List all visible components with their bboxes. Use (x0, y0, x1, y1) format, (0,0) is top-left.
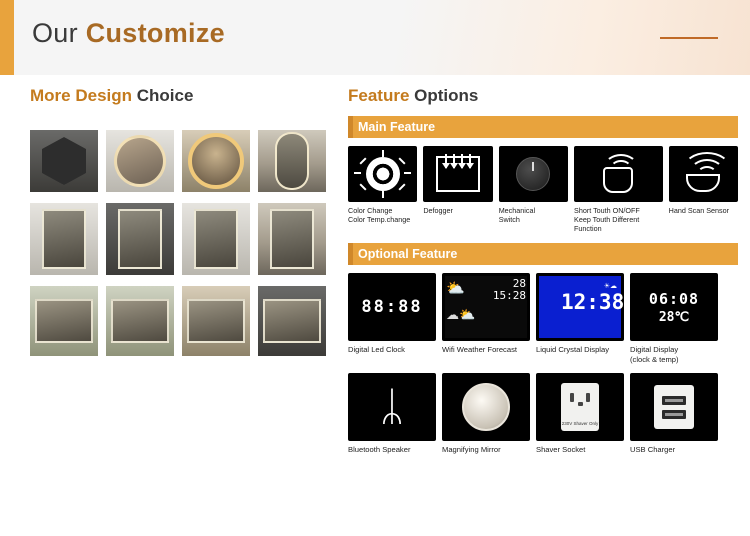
rectangle-vertical-mirror-4[interactable] (258, 203, 326, 275)
digital-led-clock-icon: 88:88 (348, 273, 436, 341)
design-choice-section: More Design Choice (14, 86, 334, 532)
option-liquid-crystal-caption: Liquid Crystal Display (536, 345, 610, 354)
wifi-weather-forecast-icon: ⛅ ☁⛅ 28 15:28 (442, 273, 530, 341)
option-usb-charger[interactable]: USB Charger (630, 373, 718, 455)
rectangle-vertical-mirror-2[interactable] (106, 203, 174, 275)
digital-display-temp: 28℃ (658, 309, 690, 325)
option-magnifying-mirror[interactable]: Magnifying Mirror (442, 373, 530, 455)
rectangle-vertical-mirror-3[interactable] (182, 203, 250, 275)
option-shaver-socket-caption: Shaver Socket (536, 445, 586, 454)
feature-options-title-plain: Options (409, 86, 479, 105)
shaver-socket-icon: 230V Shaver Only (536, 373, 624, 441)
optional-feature-tiles-row-1: 88:88 Digital Led Clock ⛅ ☁⛅ 28 15:28 Wi… (348, 273, 738, 365)
touch-sensor-icon (574, 146, 663, 202)
digital-led-clock-display: 88:88 (361, 297, 423, 317)
page-header: Our Customize (0, 0, 750, 75)
feature-touch-switch-caption: Short Touth ON/OFF Keep Touth Different … (574, 206, 640, 233)
sun-brightness-icon (348, 146, 418, 202)
option-digital-display-caption: Digital Display (clock & temp) (630, 345, 679, 364)
option-wifi-weather-caption: Wifi Weather Forecast (442, 345, 517, 354)
feature-touch-switch[interactable]: Short Touth ON/OFF Keep Touth Different … (574, 146, 663, 233)
main-feature-tiles: Color Change Color Temp.change Defogger … (348, 146, 738, 233)
round-warm-led-mirror[interactable] (182, 130, 250, 192)
option-liquid-crystal-display[interactable]: 12:38 ☀☁ Liquid Crystal Display (536, 273, 624, 365)
option-bluetooth-speaker[interactable]: ᛦ Bluetooth Speaker (348, 373, 436, 455)
feature-options-section: Feature Options Main Feature Color Chang… (348, 86, 738, 532)
digital-display-time: 06:08 (648, 289, 700, 308)
mirror-row-2 (30, 203, 330, 275)
optional-feature-bar-label: Optional Feature (358, 247, 458, 261)
round-backlit-mirror[interactable] (106, 130, 174, 192)
feature-defogger[interactable]: Defogger (423, 146, 493, 233)
option-digital-display[interactable]: 06:08 28℃ Digital Display (clock & temp) (630, 273, 718, 365)
wifi-weather-time: 15:28 (492, 289, 526, 302)
feature-hand-scan-sensor-caption: Hand Scan Sensor (668, 206, 729, 215)
main-feature-bar-label: Main Feature (358, 120, 436, 134)
usb-charger-icon (630, 373, 718, 441)
design-choice-title-plain: Choice (132, 86, 194, 105)
option-wifi-weather-forecast[interactable]: ⛅ ☁⛅ 28 15:28 Wifi Weather Forecast (442, 273, 530, 365)
feature-hand-scan-sensor[interactable]: Hand Scan Sensor (668, 146, 738, 233)
option-shaver-socket[interactable]: 230V Shaver Only Shaver Socket (536, 373, 624, 455)
header-accent-bar (0, 0, 14, 75)
page-title-bold: Customize (85, 18, 225, 48)
rectangle-vertical-mirror-1[interactable] (30, 203, 98, 275)
feature-color-change-caption: Color Change Color Temp.change (348, 206, 411, 224)
page-title-plain: Our (32, 18, 86, 48)
design-choice-title: More Design Choice (30, 86, 334, 106)
feature-mechanical-switch[interactable]: Mechanical Switch (498, 146, 569, 233)
oval-led-mirror[interactable] (258, 130, 326, 192)
rectangle-horizontal-mirror-1[interactable] (30, 286, 98, 356)
optional-feature-tiles-row-2: ᛦ Bluetooth Speaker Magnifying Mirror 23… (348, 373, 738, 455)
liquid-crystal-display-icon: 12:38 ☀☁ (536, 273, 624, 341)
feature-mechanical-switch-caption: Mechanical Switch (498, 206, 536, 224)
option-bluetooth-caption: Bluetooth Speaker (348, 445, 411, 454)
option-usb-charger-caption: USB Charger (630, 445, 676, 454)
mirror-row-1 (30, 130, 330, 192)
hand-scan-sensor-icon (668, 146, 738, 202)
main-feature-bar: Main Feature (348, 116, 738, 138)
defogger-icon (423, 146, 493, 202)
mechanical-switch-icon (498, 146, 569, 202)
mirror-gallery (30, 130, 330, 356)
feature-color-change[interactable]: Color Change Color Temp.change (348, 146, 418, 233)
bluetooth-speaker-icon: ᛦ (348, 373, 436, 441)
rectangle-horizontal-mirror-4[interactable] (258, 286, 326, 356)
lcd-time: 12:38 (561, 290, 624, 314)
feature-options-title: Feature Options (348, 86, 738, 106)
option-magnifying-caption: Magnifying Mirror (442, 445, 501, 454)
option-digital-led-clock[interactable]: 88:88 Digital Led Clock (348, 273, 436, 365)
header-rule (660, 37, 718, 39)
shaver-socket-label: 230V Shaver Only (561, 421, 599, 426)
option-digital-led-clock-caption: Digital Led Clock (348, 345, 405, 354)
digital-display-icon: 06:08 28℃ (630, 273, 718, 341)
optional-feature-bar: Optional Feature (348, 243, 738, 265)
feature-options-title-accent: Feature (348, 86, 410, 105)
page-title: Our Customize (32, 18, 225, 49)
mirror-row-3 (30, 286, 330, 356)
rectangle-horizontal-mirror-3[interactable] (182, 286, 250, 356)
rectangle-horizontal-mirror-2[interactable] (106, 286, 174, 356)
bluetooth-glyph: ᛦ (380, 385, 404, 429)
feature-defogger-caption: Defogger (423, 206, 453, 215)
hexagon-frameless-mirror[interactable] (30, 130, 98, 192)
design-choice-title-accent: More Design (30, 86, 133, 105)
magnifying-mirror-icon (442, 373, 530, 441)
